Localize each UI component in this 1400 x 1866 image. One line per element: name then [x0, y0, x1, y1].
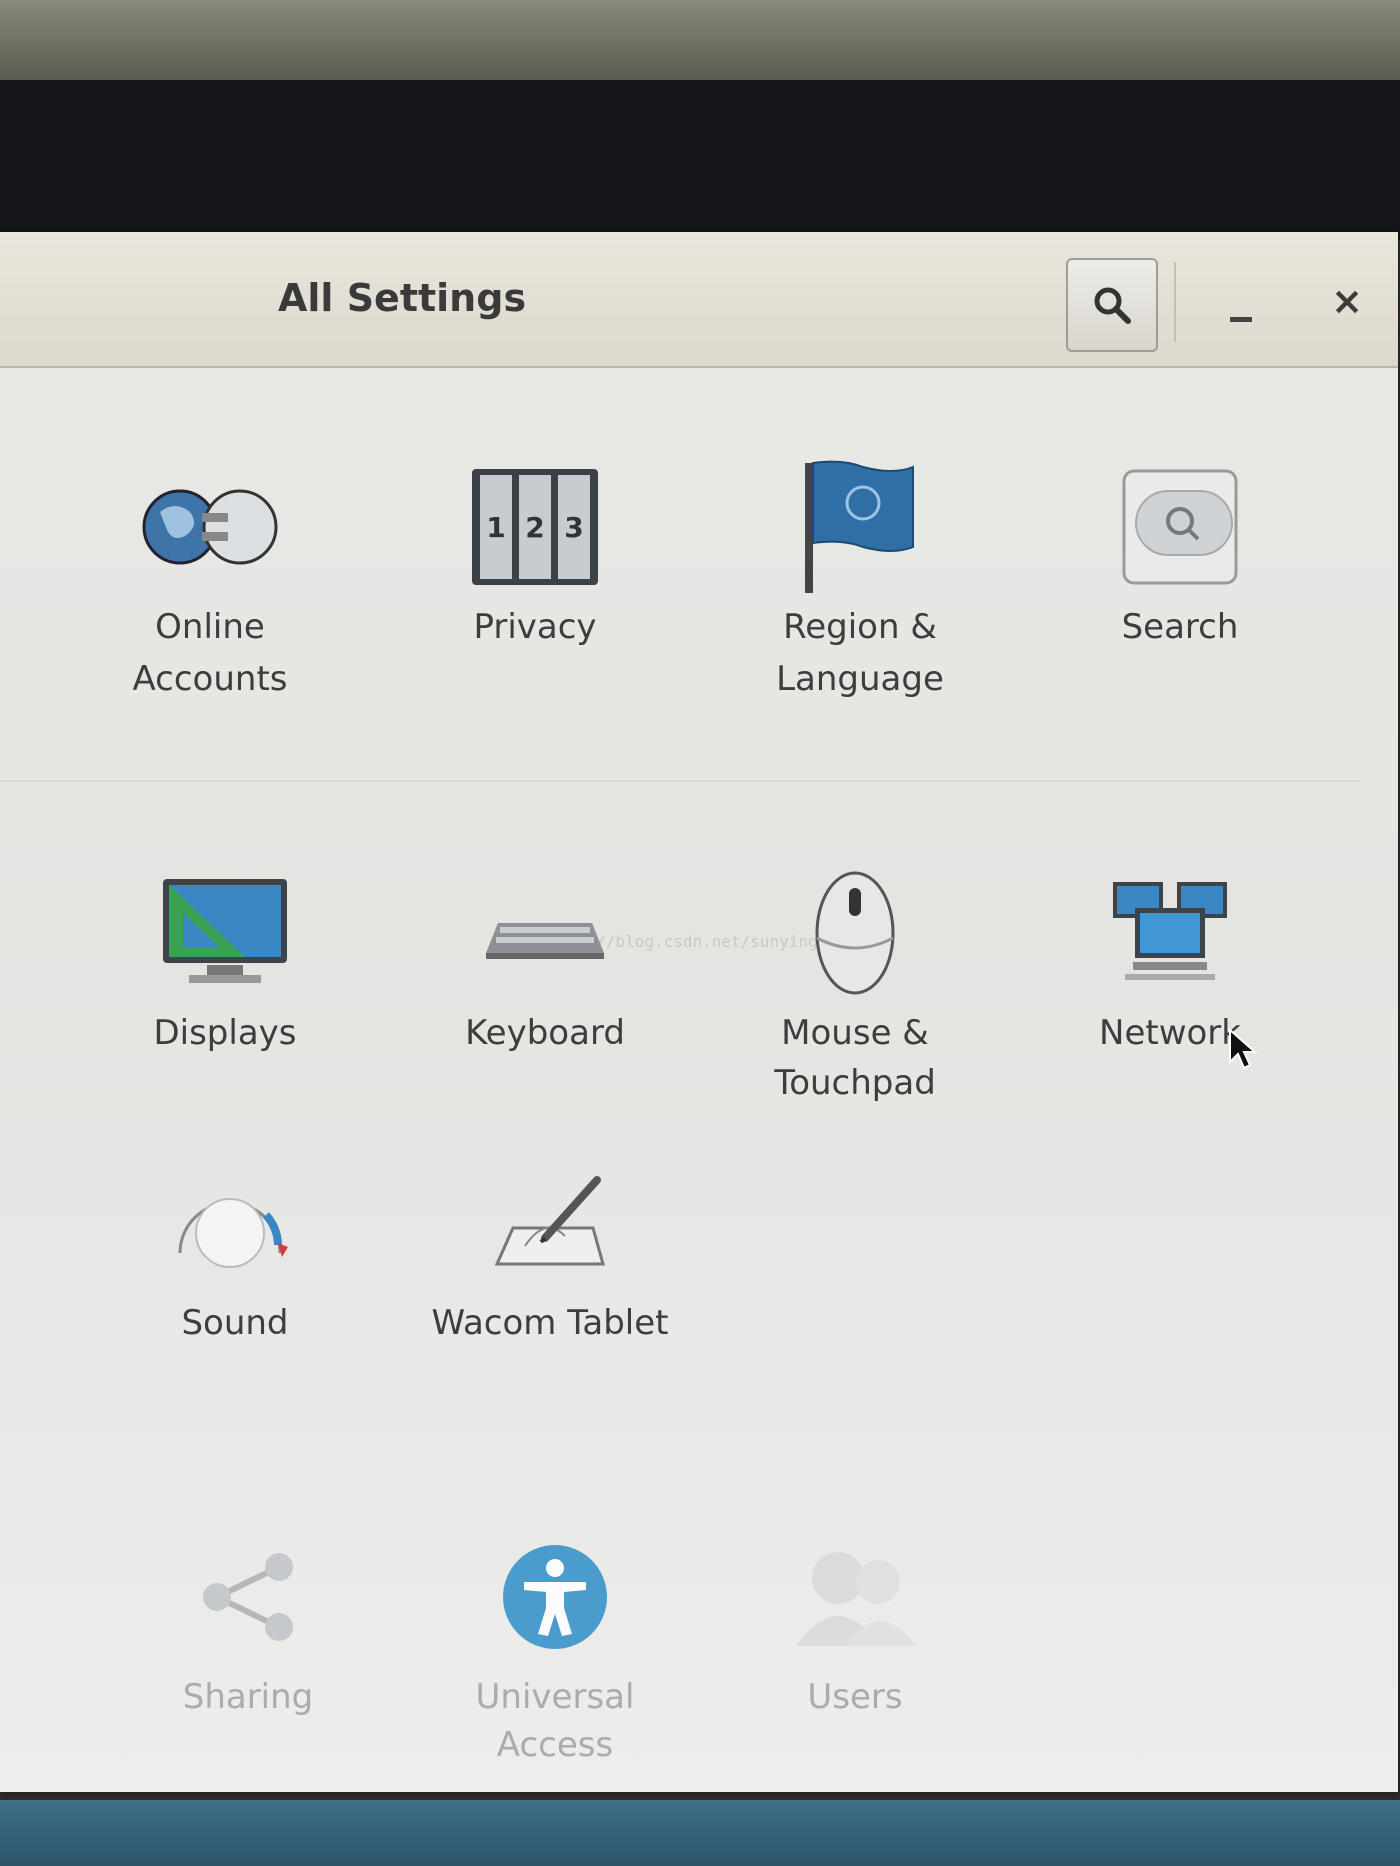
panel-online-accounts[interactable]: Online Accounts	[80, 462, 340, 708]
online-accounts-icon	[80, 462, 340, 592]
panel-displays[interactable]: Displays	[95, 868, 355, 1062]
panel-sharing[interactable]: Sharing	[118, 1532, 378, 1726]
panel-privacy[interactable]: 1 2 3 Privacy	[405, 462, 665, 656]
users-icon	[725, 1532, 985, 1662]
close-button[interactable]: ×	[1322, 276, 1372, 326]
display-icon	[95, 868, 355, 998]
panel-network[interactable]: Network	[1040, 868, 1300, 1062]
panel-wacom-tablet[interactable]: Wacom Tablet	[420, 1158, 680, 1352]
flag-icon	[730, 460, 990, 593]
search-label: Search	[1121, 607, 1239, 647]
tablet-icon	[420, 1158, 680, 1288]
window-title: All Settings	[278, 276, 527, 320]
sound-label: Sound	[181, 1303, 289, 1343]
privacy-label: Privacy	[473, 607, 597, 647]
displays-label: Displays	[153, 1013, 297, 1053]
panel-users[interactable]: Users	[725, 1532, 985, 1726]
privacy-lock-icon: 1 2 3	[405, 462, 665, 592]
mouse-label-2: Touchpad	[774, 1063, 936, 1103]
keyboard-icon	[415, 868, 675, 998]
network-label: Network	[1099, 1013, 1241, 1053]
svg-text:1: 1	[486, 511, 505, 544]
region-label-1: Region &	[783, 607, 937, 647]
settings-window: All Settings × Online Accounts 1 2 3 Pri…	[0, 232, 1398, 1792]
wacom-label: Wacom Tablet	[431, 1303, 669, 1343]
desktop-background	[0, 1800, 1400, 1866]
desktop-topbar	[0, 80, 1400, 240]
keyboard-label: Keyboard	[465, 1013, 625, 1053]
panel-keyboard[interactable]: Keyboard	[415, 868, 675, 1062]
universal-access-icon	[425, 1532, 685, 1662]
panel-search[interactable]: Search	[1050, 462, 1310, 656]
online-accounts-label-1: Online	[155, 607, 265, 647]
section-divider	[0, 780, 1360, 782]
panel-region-language[interactable]: Region & Language	[730, 460, 990, 708]
header-separator	[1174, 262, 1176, 342]
mouse-icon	[725, 868, 985, 998]
search-icon	[1094, 287, 1131, 324]
header-bar: All Settings ×	[0, 232, 1398, 368]
region-label-2: Language	[776, 659, 944, 699]
mouse-pointer-icon	[1229, 1028, 1258, 1070]
panel-sound[interactable]: Sound	[105, 1158, 365, 1352]
search-app-icon	[1050, 462, 1310, 592]
minimize-button[interactable]	[1216, 280, 1266, 330]
sharing-icon	[118, 1532, 378, 1662]
panel-mouse-touchpad[interactable]: Mouse & Touchpad	[725, 868, 985, 1112]
panel-universal-access[interactable]: Universal Access	[425, 1532, 685, 1774]
sharing-label: Sharing	[182, 1677, 314, 1717]
users-label: Users	[807, 1677, 903, 1717]
search-button[interactable]	[1066, 258, 1158, 352]
monitor-bezel	[0, 0, 1400, 90]
sound-icon	[105, 1158, 365, 1288]
svg-text:2: 2	[525, 511, 544, 544]
network-icon	[1040, 868, 1300, 998]
minimize-icon	[1230, 317, 1252, 322]
svg-text:3: 3	[564, 511, 583, 544]
online-accounts-label-2: Accounts	[132, 659, 288, 699]
universal-access-label-2: Access	[496, 1725, 614, 1765]
